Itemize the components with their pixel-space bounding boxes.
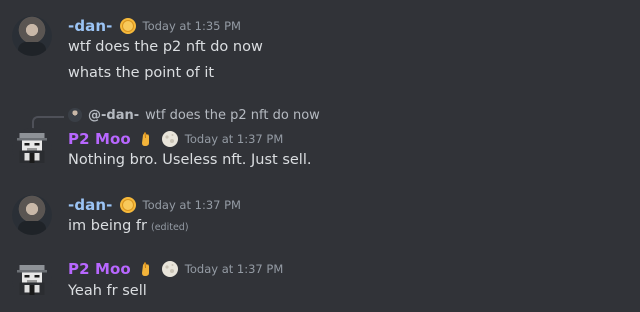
message-body: im being fr <box>68 218 147 234</box>
reply-mention[interactable]: @-dan- <box>88 108 139 123</box>
message-header: P2 Moo Today at 1:37 PM <box>68 259 283 279</box>
crossed-fingers-icon <box>137 130 155 148</box>
avatar[interactable] <box>12 16 52 56</box>
reply-text: wtf does the p2 nft do now <box>145 107 320 123</box>
avatar <box>68 108 82 122</box>
username[interactable]: P2 Moo <box>68 260 131 278</box>
timestamp: Today at 1:37 PM <box>184 262 284 276</box>
timestamp: Today at 1:35 PM <box>142 19 241 33</box>
avatar[interactable] <box>12 195 52 235</box>
timestamp: Today at 1:37 PM <box>184 132 284 146</box>
message-text: Yeah fr sell <box>68 283 147 299</box>
timestamp: Today at 1:37 PM <box>142 198 241 212</box>
avatar[interactable] <box>12 128 52 168</box>
username[interactable]: P2 Moo <box>68 130 131 148</box>
crossed-fingers-icon <box>137 260 155 278</box>
edited-label: (edited) <box>151 222 189 233</box>
chat-message-list: -dan- Today at 1:35 PM wtf does the p2 n… <box>0 0 640 312</box>
message-header: -dan- Today at 1:35 PM <box>68 16 241 36</box>
username[interactable]: -dan- <box>68 196 113 214</box>
message-header: P2 Moo Today at 1:37 PM <box>68 129 283 149</box>
gold-coin-icon <box>119 196 137 214</box>
gold-coin-icon <box>119 17 137 35</box>
message-text: whats the point of it <box>68 65 215 81</box>
message-text: Nothing bro. Useless nft. Just sell. <box>68 152 312 168</box>
message-text: im being fr (edited) <box>68 216 189 238</box>
message-text: wtf does the p2 nft do now <box>68 39 263 55</box>
message-header: -dan- Today at 1:37 PM <box>68 195 241 215</box>
username[interactable]: -dan- <box>68 17 113 35</box>
reply-preview[interactable]: @-dan- wtf does the p2 nft do now <box>68 106 320 124</box>
moon-icon <box>161 260 179 278</box>
avatar[interactable] <box>12 260 52 300</box>
moon-icon <box>161 130 179 148</box>
